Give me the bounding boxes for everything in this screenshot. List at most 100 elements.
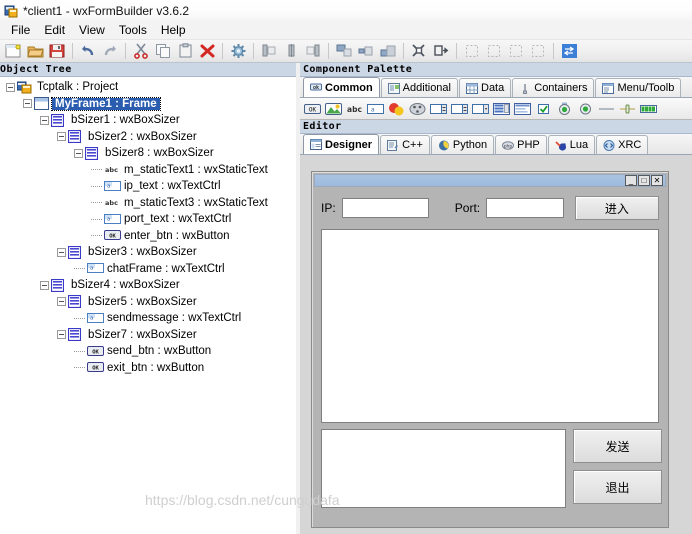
wxgauge-icon[interactable] [640, 102, 657, 116]
chat-frame-textctrl[interactable] [321, 229, 659, 423]
wxchoice-icon[interactable] [472, 102, 489, 116]
send-button[interactable]: 发送 [573, 429, 662, 463]
wxradiobutton-icon[interactable] [556, 102, 573, 116]
tree-node-label: enter_btn : wxButton [124, 229, 230, 242]
tab-containers[interactable]: Containers [512, 78, 595, 97]
tree-node[interactable]: OK send_btn : wxButton [0, 343, 299, 359]
tree-node[interactable]: abc m_staticText1 : wxStaticText [0, 162, 299, 178]
wxbitmapbutton-icon[interactable] [325, 102, 342, 116]
tree-node[interactable]: a sendmessage : wxTextCtrl [0, 310, 299, 326]
toggle-orientation-icon[interactable] [558, 41, 580, 62]
tree-node[interactable]: bSizer7 : wxBoxSizer [0, 327, 299, 343]
cut-icon[interactable] [130, 41, 152, 62]
align-left-icon[interactable] [258, 41, 280, 62]
tree-node[interactable]: MyFrame1 : Frame [0, 96, 299, 112]
port-input[interactable] [486, 198, 564, 218]
border-right-icon[interactable] [483, 41, 505, 62]
tree-expander-icon[interactable] [57, 247, 66, 257]
tree-node[interactable]: Tcptalk : Project [0, 79, 299, 95]
tab-designer[interactable]: Designer [303, 134, 380, 154]
tab-xrc[interactable]: XRC [596, 135, 649, 154]
open-project-icon[interactable] [24, 41, 46, 62]
delete-icon[interactable] [196, 41, 218, 62]
tree-expander-icon[interactable] [40, 115, 49, 125]
copy-icon[interactable] [152, 41, 174, 62]
align-right-icon[interactable] [302, 41, 324, 62]
menu-file[interactable]: File [4, 22, 37, 38]
tree-node[interactable]: OK enter_btn : wxButton [0, 228, 299, 244]
tree-node[interactable]: bSizer4 : wxBoxSizer [0, 277, 299, 293]
exit-button[interactable]: 退出 [573, 470, 662, 504]
tree-node[interactable]: OK exit_btn : wxButton [0, 360, 299, 376]
tree-expander-icon[interactable] [57, 330, 66, 339]
enter-button[interactable]: 进入 [574, 196, 659, 220]
tree-node[interactable]: abc m_staticText3 : wxStaticText [0, 195, 299, 211]
tree-node[interactable]: bSizer5 : wxBoxSizer [0, 294, 299, 310]
menu-view[interactable]: View [72, 22, 112, 38]
wxbutton-icon[interactable]: OK [304, 102, 321, 116]
tab-menu-toolbar[interactable]: Menu/Toolb [595, 78, 682, 97]
generate-code-icon[interactable] [227, 41, 249, 62]
redo-icon[interactable] [99, 41, 121, 62]
align-center-icon[interactable] [280, 41, 302, 62]
minimize-button[interactable]: _ [625, 175, 637, 186]
wxstaticbitmap-icon[interactable] [388, 102, 405, 116]
menu-tools[interactable]: Tools [112, 22, 154, 38]
tree-node[interactable]: a chatFrame : wxTextCtrl [0, 261, 299, 277]
tab-python[interactable]: Python [430, 135, 495, 154]
tree-node[interactable]: bSizer1 : wxBoxSizer [0, 112, 299, 128]
wxlistbox-icon[interactable] [493, 102, 510, 116]
wxlistctrl-icon[interactable] [514, 102, 531, 116]
object-tree[interactable]: Tcptalk : Project MyFrame1 : Frame bSizer1… [0, 77, 299, 534]
stretch-icon[interactable] [430, 41, 452, 62]
wxspinbutton-icon[interactable] [451, 102, 468, 116]
align-top-icon[interactable] [333, 41, 355, 62]
tree-node[interactable]: a port_text : wxTextCtrl [0, 211, 299, 227]
maximize-button[interactable]: □ [638, 175, 650, 186]
wxtextctrl-icon[interactable]: a [367, 102, 384, 116]
new-project-icon[interactable] [2, 41, 24, 62]
align-bottom-icon[interactable] [377, 41, 399, 62]
menu-help[interactable]: Help [154, 22, 193, 38]
save-project-icon[interactable] [46, 41, 68, 62]
window-titlebar: *client1 - wxFormBuilder v3.6.2 [0, 0, 692, 21]
undo-icon[interactable] [77, 41, 99, 62]
tree-node[interactable]: bSizer2 : wxBoxSizer [0, 129, 299, 145]
wxstaticline-icon[interactable] [598, 102, 615, 116]
wxcombobox-icon[interactable] [409, 102, 426, 116]
wxspinctrl-icon[interactable] [430, 102, 447, 116]
tab-common[interactable]: ok Common [303, 77, 380, 97]
wxstatictext-icon[interactable]: abc [346, 102, 363, 116]
tree-expander-icon[interactable] [40, 280, 49, 290]
tree-expander-icon[interactable] [74, 148, 83, 158]
wxtogglebutton-icon[interactable] [577, 102, 594, 116]
tab-additional[interactable]: Additional [380, 78, 458, 97]
expand-icon[interactable] [408, 41, 430, 62]
align-middle-icon[interactable] [355, 41, 377, 62]
tree-node[interactable]: a ip_text : wxTextCtrl [0, 178, 299, 194]
menu-edit[interactable]: Edit [37, 22, 72, 38]
wxslider-icon[interactable] [619, 102, 636, 116]
object-tree-caption: Object Tree [0, 63, 299, 77]
svg-text:a: a [371, 106, 375, 113]
send-message-textctrl[interactable] [321, 429, 566, 508]
tab-lua[interactable]: Lua [547, 135, 596, 154]
tab-cpp[interactable]: C++ [380, 135, 430, 154]
tab-data[interactable]: Data [459, 78, 512, 97]
tree-node[interactable]: bSizer3 : wxBoxSizer [0, 244, 299, 260]
tree-expander-icon[interactable] [57, 132, 66, 141]
tree-node[interactable]: bSizer8 : wxBoxSizer [0, 145, 299, 161]
designer-icon [310, 139, 322, 150]
ip-input[interactable] [341, 198, 429, 218]
connection-row: IP: Port: 进入 [321, 195, 659, 221]
tree-expander-icon[interactable] [6, 82, 15, 92]
paste-icon[interactable] [174, 41, 196, 62]
close-button[interactable]: ✕ [651, 175, 663, 186]
border-top-icon[interactable] [505, 41, 527, 62]
tab-php[interactable]: php PHP [495, 135, 547, 154]
tree-expander-icon[interactable] [57, 297, 66, 306]
tree-expander-icon[interactable] [23, 99, 32, 108]
wxcheckbox-icon[interactable] [535, 102, 552, 116]
border-left-icon[interactable] [461, 41, 483, 62]
border-bottom-icon[interactable] [527, 41, 549, 62]
